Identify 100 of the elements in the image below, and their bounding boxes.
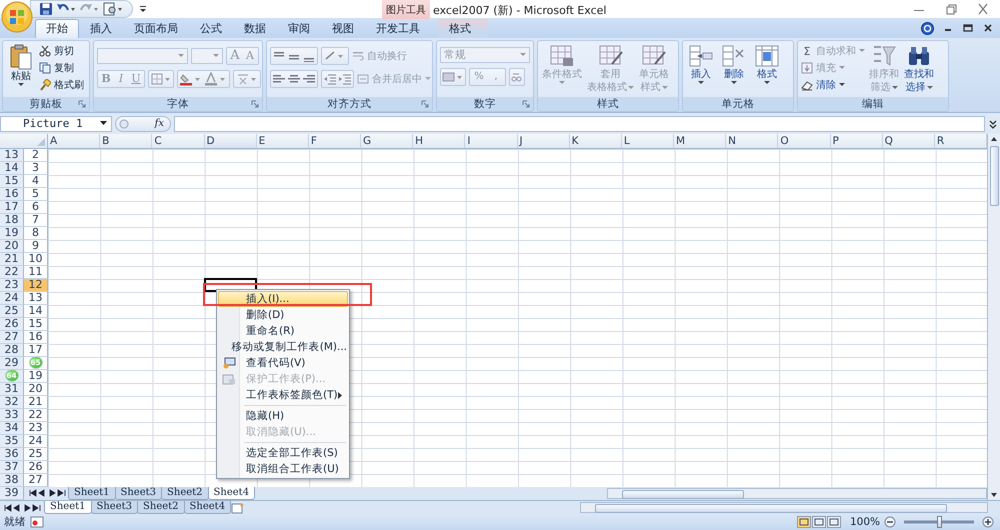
row-header[interactable]: 25 (0, 304, 24, 318)
row-header[interactable]: 19 (0, 226, 24, 240)
row-header[interactable]: 8 (24, 226, 48, 240)
column-header[interactable]: L (622, 134, 674, 148)
row-header[interactable]: 35 (0, 434, 24, 448)
row-header[interactable]: 27 (0, 330, 24, 344)
zoom-out-icon[interactable] (884, 516, 896, 528)
row-header[interactable]: 12 (24, 278, 48, 292)
ribbon-button[interactable]: 插入 (686, 43, 716, 96)
row-header[interactable]: 20 (0, 240, 24, 253)
sheet-navigation-icon[interactable] (28, 488, 68, 498)
restore-icon[interactable] (962, 22, 974, 34)
row-header[interactable]: 27 (24, 474, 48, 487)
restore-icon[interactable] (944, 3, 958, 16)
row-header[interactable]: 25 (24, 448, 48, 461)
row-header[interactable]: 14 (0, 162, 24, 175)
column-header[interactable]: N (726, 134, 778, 148)
row-header[interactable]: 39 (0, 486, 24, 500)
insert-function-button[interactable]: fx (115, 116, 171, 132)
ribbon-tab[interactable]: 页面布局 (123, 19, 189, 38)
row-header[interactable]: 21 (0, 252, 24, 266)
menu-item[interactable]: 隐藏(H) (218, 408, 348, 424)
menu-item[interactable]: 移动或复制工作表(M)... (218, 339, 348, 355)
row-header[interactable]: 18 (0, 214, 24, 227)
row-header[interactable]: 29 (0, 356, 24, 370)
menu-item[interactable]: 取消组合工作表(U) (218, 461, 348, 477)
row-header[interactable]: 11 (24, 266, 48, 279)
row-header[interactable]: 38 (0, 474, 24, 487)
row-header[interactable]: 4 (24, 174, 48, 188)
help-icon[interactable] (921, 22, 934, 35)
row-header[interactable]: 34 (0, 422, 24, 435)
row-header[interactable]: 28 (0, 344, 24, 357)
row-header[interactable]: 19 (24, 370, 48, 383)
sheet-tab[interactable]: Sheet4 (184, 501, 232, 514)
view-mode-icon[interactable] (826, 516, 841, 528)
menu-item[interactable]: 重命名(R) (218, 323, 348, 339)
row-header[interactable]: 23 (0, 278, 24, 292)
row-header[interactable]: 24 (0, 292, 24, 305)
row-header[interactable]: 31 (0, 382, 24, 396)
row-header[interactable]: 37 (0, 460, 24, 474)
cell-grid[interactable] (48, 148, 988, 487)
ribbon-tab[interactable]: 审阅 (277, 19, 321, 38)
row-header[interactable]: 16 (0, 188, 24, 201)
horizontal-scrollbar[interactable] (607, 488, 988, 499)
row-header[interactable]: 7 (24, 214, 48, 227)
zoom-level[interactable]: 100% (850, 516, 880, 528)
column-header[interactable]: M (674, 134, 726, 148)
row-header[interactable]: 9 (24, 240, 48, 253)
row-header[interactable]: 24 (24, 434, 48, 448)
ribbon-tab[interactable]: 格式 (438, 19, 488, 38)
ribbon-tab[interactable]: 公式 (189, 19, 233, 38)
column-header[interactable]: A (48, 134, 100, 148)
menu-item[interactable]: 查看代码(V) (218, 355, 348, 371)
row-header[interactable]: 17 (0, 200, 24, 214)
ribbon-button[interactable]: 删除 (719, 43, 749, 96)
scrollbar-thumb[interactable] (622, 490, 744, 499)
ribbon-tab[interactable]: 开始 (35, 19, 79, 38)
ribbon-button[interactable]: 清除 (801, 77, 865, 94)
ribbon-tab[interactable]: 插入 (79, 19, 123, 38)
row-header[interactable]: 17 (24, 344, 48, 357)
vertical-scrollbar[interactable] (987, 134, 1000, 500)
ribbon-tab[interactable]: 开发工具 (365, 19, 431, 38)
ribbon-button[interactable]: 剪切 (39, 43, 84, 60)
scrollbar-thumb[interactable] (990, 146, 998, 206)
row-header[interactable]: 16 (24, 330, 48, 344)
zoom-in-icon[interactable] (982, 516, 994, 528)
column-header[interactable]: F (308, 134, 361, 148)
row-header[interactable]: 26 (24, 460, 48, 474)
menu-item[interactable]: 选定全部工作表(S) (218, 445, 348, 461)
menu-item[interactable]: 工作表标签颜色(T) (218, 387, 348, 403)
print-preview-icon[interactable] (102, 2, 124, 16)
paste-button[interactable]: 粘贴 (6, 43, 36, 96)
row-header[interactable]: 13 (24, 292, 48, 305)
column-header[interactable]: D (204, 134, 257, 148)
row-header[interactable]: 15 (0, 174, 24, 188)
row-header[interactable]: 2 (24, 148, 48, 162)
close-icon[interactable] (976, 3, 990, 16)
row-header[interactable]: 22 (0, 266, 24, 279)
row-header[interactable]: 13 (0, 148, 24, 162)
row-header[interactable]: 6 (24, 200, 48, 214)
view-mode-icon[interactable] (812, 516, 826, 528)
customize-toolbar-icon[interactable] (139, 4, 147, 14)
ribbon-button[interactable]: 格式 (752, 43, 782, 96)
sheet-tab[interactable]: Sheet1 (44, 501, 92, 514)
row-header[interactable]: 20 (24, 382, 48, 396)
row-header[interactable]: 21 (24, 396, 48, 409)
row-header[interactable]: 14 (24, 304, 48, 318)
column-header[interactable]: P (830, 134, 883, 148)
sheet-tab[interactable]: Sheet2 (161, 486, 209, 500)
sheet-tab[interactable]: Sheet2 (137, 501, 185, 514)
horizontal-scrollbar[interactable] (580, 502, 988, 514)
column-header[interactable]: H (413, 134, 466, 148)
row-header[interactable]: 15 (24, 318, 48, 331)
column-header[interactable]: G (361, 134, 414, 148)
row-header[interactable]: 26 (0, 318, 24, 331)
sheet-tab[interactable]: Sheet3 (90, 501, 138, 514)
scrollbar-thumb[interactable] (595, 504, 947, 514)
macro-record-icon[interactable] (30, 516, 44, 528)
row-header[interactable]: 10 (24, 252, 48, 266)
column-header[interactable]: B (100, 134, 152, 148)
